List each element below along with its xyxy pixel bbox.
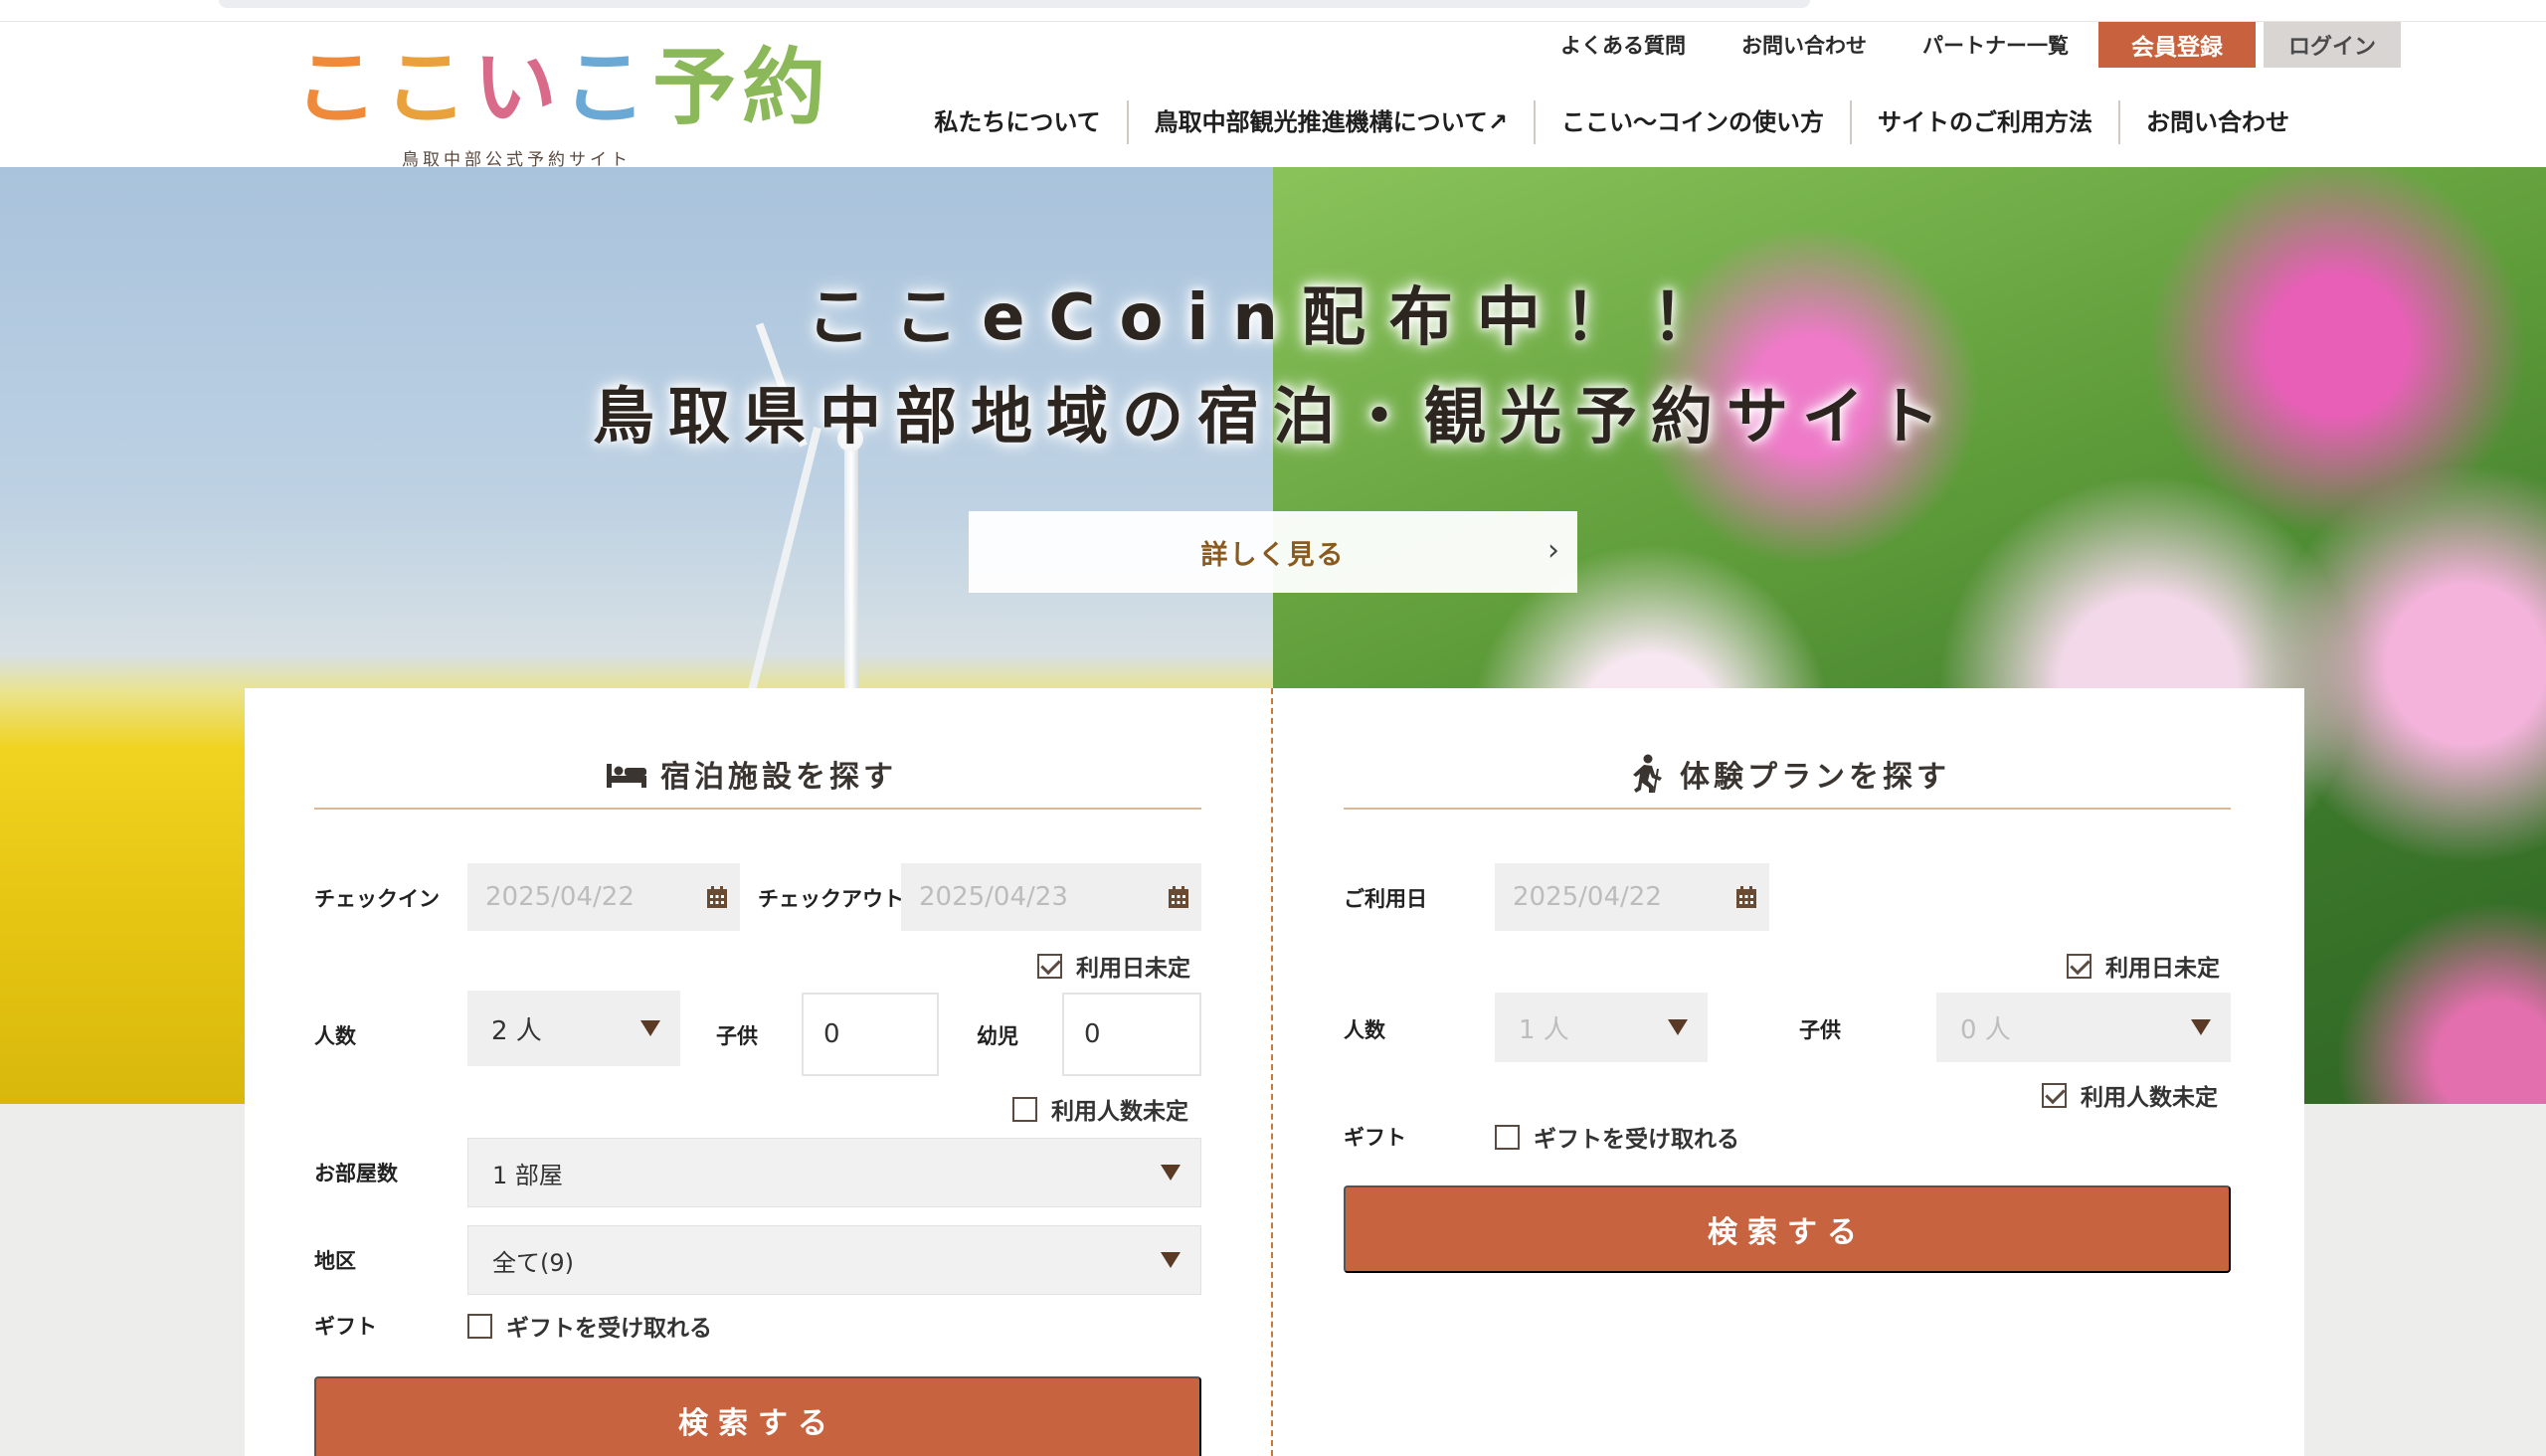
faq-link[interactable]: よくある質問 [1560, 30, 1686, 60]
checkbox-unchecked[interactable] [1495, 1124, 1520, 1150]
area-label: 地区 [314, 1249, 356, 1273]
guests-select[interactable]: 2 人 [467, 991, 680, 1066]
see-more-label: 詳しく見る [1200, 539, 1346, 571]
children-label: 子供 [716, 1024, 758, 1048]
site-header: ここいこ予約 鳥取中部公式予約サイト よくある質問 お問い合わせ パートナー一覧… [0, 22, 2546, 170]
checkbox-label: ギフトを受け取れる [506, 1316, 712, 1342]
checkout-date-value: 2025/04/23 [919, 882, 1068, 912]
checkout-date-input[interactable]: 2025/04/23 [901, 863, 1201, 931]
experience-date-undecided-checkbox[interactable]: 利用日未定 [2067, 949, 2220, 983]
register-button[interactable]: 会員登録 [2098, 22, 2256, 68]
checkin-date-value: 2025/04/22 [485, 882, 635, 912]
lodging-panel-title: 宿泊施設を探す [605, 752, 897, 796]
guests-label: 人数 [314, 1024, 356, 1048]
checkbox-label: 利用日未定 [2105, 956, 2220, 982]
main-nav: 私たちについて 鳥取中部観光推進機構について↗ ここい〜コインの使い方 サイトの… [908, 99, 2289, 145]
logo-char-5: 予約 [652, 39, 832, 136]
logo-char-3: い [473, 39, 564, 136]
nav-about[interactable]: 私たちについて [908, 100, 1126, 144]
lodging-date-undecided-checkbox[interactable]: 利用日未定 [1037, 949, 1190, 983]
logo-char-2: こ [384, 39, 474, 136]
checkin-date-input[interactable]: 2025/04/22 [467, 863, 740, 931]
experience-title-text: 体験プランを探す [1680, 760, 1950, 795]
exp-guests-label: 人数 [1344, 1018, 1385, 1042]
partners-link[interactable]: パートナー一覧 [1922, 30, 2069, 60]
bed-icon [607, 764, 646, 788]
nav-organization[interactable]: 鳥取中部観光推進機構について↗ [1126, 100, 1534, 144]
checkin-label: チェックイン [314, 887, 440, 911]
rooms-label: お部屋数 [314, 1162, 398, 1185]
nav-coin-usage[interactable]: ここい〜コインの使い方 [1534, 100, 1850, 144]
triangle-down-icon [1161, 1252, 1181, 1268]
use-date-label: ご利用日 [1344, 887, 1427, 911]
title-rule [314, 808, 1201, 810]
checkbox-label: 利用日未定 [1076, 956, 1190, 982]
rooms-select-value: 1 部屋 [492, 1161, 563, 1189]
experience-search-button[interactable]: 検索する [1344, 1185, 2231, 1273]
checkbox-checked[interactable] [2067, 953, 2091, 979]
chevron-right-icon: › [1547, 533, 1559, 568]
area-select[interactable]: 全て(9) [467, 1225, 1201, 1295]
hiker-icon [1633, 754, 1662, 794]
lodging-gift-checkbox[interactable]: ギフトを受け取れる [467, 1309, 712, 1343]
checkbox-label: 利用人数未定 [1051, 1099, 1188, 1125]
checkbox-label: 利用人数未定 [2081, 1085, 2218, 1111]
infants-value: 0 [1084, 1019, 1101, 1049]
checkbox-checked[interactable] [2042, 1082, 2067, 1108]
experience-search-panel: 体験プランを探す ご利用日 2025/04/22 利用日未定 人数 1 人 子供… [1274, 688, 2304, 1456]
logo-char-1: こ [294, 39, 385, 136]
checkout-label: チェックアウト [758, 887, 904, 911]
site-logo[interactable]: ここいこ予約 鳥取中部公式予約サイト [294, 38, 825, 177]
gift-label: ギフト [314, 1315, 377, 1339]
calendar-icon [1736, 886, 1756, 908]
checkbox-checked[interactable] [1037, 953, 1062, 979]
checkbox-label: ギフトを受け取れる [1534, 1127, 1739, 1153]
panel-divider [1271, 688, 1273, 1456]
children-input[interactable]: 0 [802, 993, 939, 1076]
triangle-down-icon [1161, 1165, 1181, 1181]
use-date-input[interactable]: 2025/04/22 [1495, 863, 1769, 931]
nav-contact[interactable]: お問い合わせ [2118, 100, 2289, 144]
utility-nav: よくある質問 お問い合わせ パートナー一覧 会員登録 ログイン [1560, 22, 2401, 68]
calendar-icon [1169, 886, 1188, 908]
lodging-title-text: 宿泊施設を探す [660, 760, 897, 795]
turbine-blade [739, 427, 821, 728]
triangle-down-icon [1668, 1019, 1688, 1035]
triangle-down-icon [640, 1020, 660, 1036]
title-rule [1344, 808, 2231, 810]
nav-site-usage[interactable]: サイトのご利用方法 [1850, 100, 2118, 144]
see-more-button[interactable]: 詳しく見る › [969, 511, 1577, 593]
area-select-value: 全て(9) [492, 1248, 574, 1277]
triangle-down-icon [2191, 1019, 2211, 1035]
hero-headline: ここeCoin配布中！！ [807, 281, 1739, 355]
rooms-select[interactable]: 1 部屋 [467, 1138, 1201, 1207]
exp-children-select[interactable]: 0 人 [1936, 993, 2231, 1062]
infants-input[interactable]: 0 [1062, 993, 1201, 1076]
logo-title: ここいこ予約 [294, 38, 831, 137]
guests-select-value: 2 人 [491, 1015, 542, 1046]
hero-subheadline: 鳥取県中部地域の宿泊・観光予約サイト [592, 380, 1953, 453]
exp-gift-label: ギフト [1344, 1126, 1406, 1150]
exp-children-label: 子供 [1799, 1018, 1841, 1042]
experience-gift-checkbox[interactable]: ギフトを受け取れる [1495, 1120, 1739, 1154]
exp-guests-select-value: 1 人 [1519, 1014, 1569, 1045]
lodging-search-panel: 宿泊施設を探す チェックイン 2025/04/22 チェックアウト 2025/0… [245, 688, 1275, 1456]
infants-label: 幼児 [977, 1024, 1018, 1048]
use-date-value: 2025/04/22 [1513, 882, 1662, 912]
login-button[interactable]: ログイン [2264, 22, 2401, 68]
browser-top-strip [0, 0, 2546, 22]
experience-guests-undecided-checkbox[interactable]: 利用人数未定 [2042, 1078, 2218, 1112]
checkbox-unchecked[interactable] [467, 1313, 492, 1339]
logo-char-4: こ [563, 39, 653, 136]
checkbox-unchecked[interactable] [1012, 1096, 1037, 1122]
address-bar-edge [219, 0, 1810, 8]
exp-children-select-value: 0 人 [1960, 1014, 2011, 1045]
lodging-guests-undecided-checkbox[interactable]: 利用人数未定 [1012, 1092, 1188, 1126]
children-value: 0 [823, 1019, 840, 1049]
calendar-icon [707, 886, 727, 908]
experience-panel-title: 体験プランを探す [1624, 752, 1950, 796]
lodging-search-button[interactable]: 検索する [314, 1376, 1201, 1456]
exp-guests-select[interactable]: 1 人 [1495, 993, 1708, 1062]
contact-link[interactable]: お問い合わせ [1741, 30, 1867, 60]
